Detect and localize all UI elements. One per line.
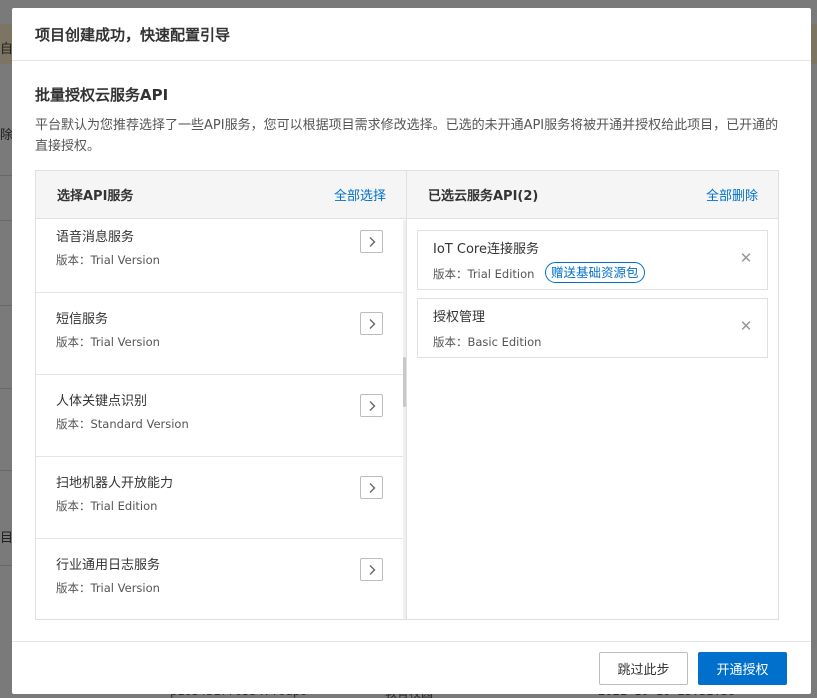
api-name: 扫地机器人开放能力 <box>56 476 174 491</box>
delete-all-link[interactable]: 全部删除 <box>706 185 758 204</box>
section-description: 平台默认为您推荐选择了一些API服务，您可以根据项目需求修改选择。已选的未开通A… <box>35 118 779 154</box>
dialog-footer: 跳过此步 开通授权 <box>12 641 811 694</box>
api-version: 版本：Trial Version <box>56 335 160 349</box>
api-name: IoT Core连接服务 <box>433 242 539 257</box>
api-version: 版本：Trial Version <box>56 253 160 267</box>
api-name: 人体关键点识别 <box>56 394 148 409</box>
chevron-right-icon <box>369 564 375 575</box>
selected-api-panel: 已选云服务API(2) 全部删除 IoT Core连接服务 版本：Trial E… <box>407 171 778 619</box>
chevron-right-icon <box>369 318 375 329</box>
api-name: 授权管理 <box>433 310 486 325</box>
list-item: 语音消息服务 版本：Trial Version <box>36 220 404 293</box>
api-version: 版本：Trial Edition <box>433 267 535 281</box>
add-api-button[interactable] <box>360 476 383 499</box>
api-name: 短信服务 <box>56 312 109 327</box>
background-divider <box>0 470 12 471</box>
api-name: 语音消息服务 <box>56 230 135 245</box>
list-item: 行业通用日志服务 版本：Trial Version <box>36 539 404 619</box>
chevron-right-icon <box>369 482 375 493</box>
transfer-panels: 选择API服务 全部选择 语音消息服务 版本：Trial Version 短信服… <box>35 170 779 620</box>
chevron-right-icon <box>369 236 375 247</box>
available-api-header: 选择API服务 全部选择 <box>36 171 406 219</box>
section-title: 批量授权云服务API <box>35 86 169 104</box>
list-scrollbar[interactable] <box>403 220 406 619</box>
selected-api-card: IoT Core连接服务 版本：Trial Edition 赠送基础资源包 ✕ <box>417 230 768 290</box>
add-api-button[interactable] <box>360 394 383 417</box>
setup-guide-dialog: 项目创建成功，快速配置引导 批量授权云服务API 平台默认为您推荐选择了一些AP… <box>12 8 811 694</box>
api-version: 版本：Standard Version <box>56 417 189 431</box>
list-item: 扫地机器人开放能力 版本：Trial Edition <box>36 457 404 539</box>
api-version: 版本：Trial Version <box>56 581 160 595</box>
api-name: 行业通用日志服务 <box>56 558 161 573</box>
background-divider <box>0 175 12 176</box>
background-divider <box>0 388 12 389</box>
selected-api-card: 授权管理 版本：Basic Edition ✕ <box>417 298 768 358</box>
skip-button[interactable]: 跳过此步 <box>599 652 688 685</box>
list-item: 短信服务 版本：Trial Version <box>36 293 404 375</box>
selected-api-header: 已选云服务API(2) 全部删除 <box>407 171 778 219</box>
list-item: 人体关键点识别 版本：Standard Version <box>36 375 404 457</box>
select-all-link[interactable]: 全部选择 <box>334 185 386 204</box>
available-api-panel: 选择API服务 全部选择 语音消息服务 版本：Trial Version 短信服… <box>36 171 407 619</box>
authorize-button[interactable]: 开通授权 <box>698 652 787 685</box>
available-api-title: 选择API服务 <box>57 189 134 204</box>
available-api-list[interactable]: 语音消息服务 版本：Trial Version 短信服务 版本：Trial Ve… <box>36 220 406 619</box>
add-api-button[interactable] <box>360 230 383 253</box>
scrollbar-thumb[interactable] <box>403 357 406 407</box>
background-divider <box>0 305 12 306</box>
selected-api-title: 已选云服务API(2) <box>428 189 539 204</box>
add-api-button[interactable] <box>360 312 383 335</box>
background-divider <box>0 565 12 566</box>
api-version: 版本：Basic Edition <box>433 335 542 349</box>
chevron-right-icon <box>369 400 375 411</box>
add-api-button[interactable] <box>360 558 383 581</box>
close-icon[interactable]: ✕ <box>739 319 753 334</box>
dialog-header: 项目创建成功，快速配置引导 <box>12 8 811 61</box>
dialog-title: 项目创建成功，快速配置引导 <box>35 25 231 44</box>
resource-pack-badge[interactable]: 赠送基础资源包 <box>545 262 645 283</box>
api-version: 版本：Trial Edition <box>56 499 158 513</box>
background-divider <box>0 220 12 221</box>
close-icon[interactable]: ✕ <box>739 251 753 266</box>
